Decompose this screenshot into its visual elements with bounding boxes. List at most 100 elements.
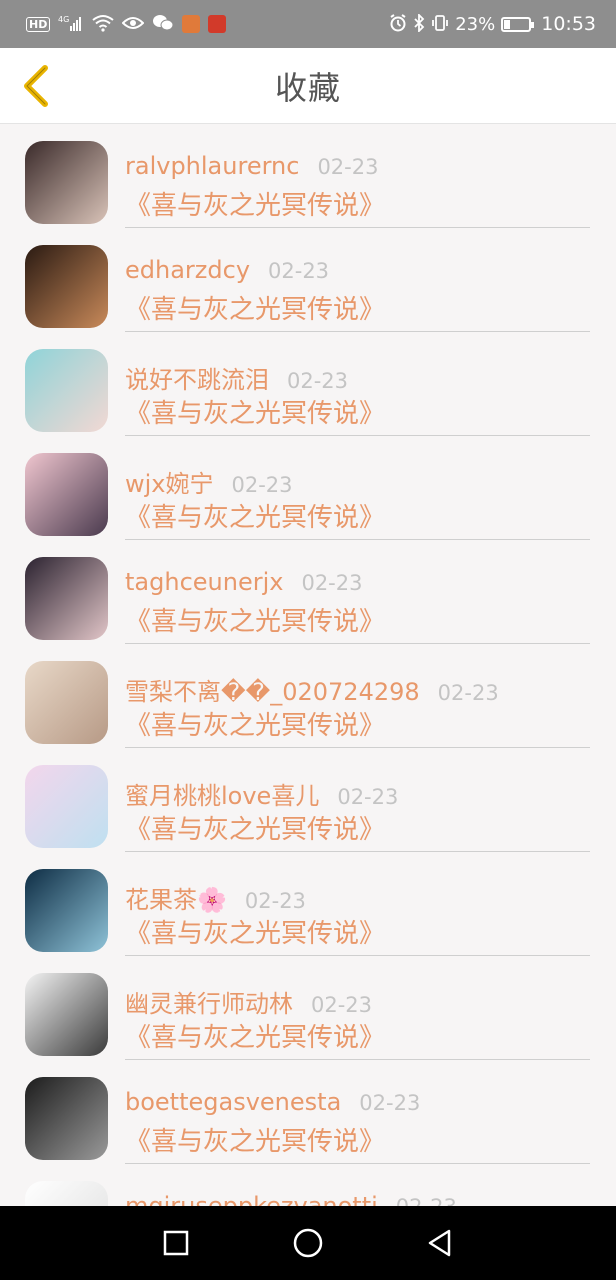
list-item-header: wjx婉宁 02-23 [125,454,590,498]
list-item[interactable]: 蜜月桃桃love喜儿 02-23 《喜与灰之光冥传说》 [0,748,616,852]
battery-percent: 23% [455,13,496,35]
list-item-content: 蜜月桃桃love喜儿 02-23 《喜与灰之光冥传说》 [125,766,590,852]
list-item[interactable]: boettegasvenesta 02-23 《喜与灰之光冥传说》 [0,1060,616,1164]
list-item-header: ralvphlaurernc 02-23 [125,142,590,186]
username[interactable]: mgiruseppkezvanotti [125,1192,378,1206]
eye-icon [121,15,145,34]
username[interactable]: 蜜月桃桃love喜儿 [125,776,319,811]
list-item[interactable]: 雪梨不离��_020724298 02-23 《喜与灰之光冥传说》 [0,644,616,748]
book-title[interactable]: 《喜与灰之光冥传说》 [125,602,590,642]
list-item-content: taghceunerjx 02-23 《喜与灰之光冥传说》 [125,558,590,644]
vibrate-icon [431,14,449,35]
list-item[interactable]: mgiruseppkezvanotti02-23《喜与灰之光冥传说》 [0,1164,616,1206]
avatar[interactable] [25,1181,108,1206]
date-label: 02-23 [231,473,293,497]
app-icon-red [208,15,227,33]
list-item-header: boettegasvenesta 02-23 [125,1078,590,1122]
hd-badge: HD [26,16,51,32]
circle-icon [293,1228,323,1258]
list-item[interactable]: wjx婉宁 02-23 《喜与灰之光冥传说》 [0,436,616,540]
date-label: 02-23 [268,259,330,283]
list-item-header: 幽灵兼行师动林 02-23 [125,974,590,1018]
avatar[interactable] [25,557,108,640]
avatar[interactable] [25,661,108,744]
avatar[interactable] [25,973,108,1056]
username[interactable]: ralvphlaurernc [125,152,299,180]
triangle-back-icon [428,1229,451,1257]
book-title[interactable]: 《喜与灰之光冥传说》 [125,498,590,538]
date-label: 02-23 [311,993,373,1017]
book-title[interactable]: 《喜与灰之光冥传说》 [125,914,590,954]
status-right: 23% 10:53 [389,12,596,35]
list-item[interactable]: ralvphlaurernc 02-23 《喜与灰之光冥传说》 [0,124,616,228]
book-title[interactable]: 《喜与灰之光冥传说》 [125,1122,590,1162]
avatar[interactable] [25,349,108,432]
book-title[interactable]: 《喜与灰之光冥传说》 [125,394,590,434]
avatar[interactable] [25,453,108,536]
list-item-content: 雪梨不离��_020724298 02-23 《喜与灰之光冥传说》 [125,662,590,748]
avatar[interactable] [25,141,108,224]
back-button[interactable] [14,62,58,110]
list-item-content: 幽灵兼行师动林 02-23 《喜与灰之光冥传说》 [125,974,590,1060]
wechat-icon [152,14,174,35]
list-item-content: ralvphlaurernc 02-23 《喜与灰之光冥传说》 [125,142,590,228]
username[interactable]: 花果茶🌸 [125,880,227,915]
list-item-header: 蜜月桃桃love喜儿 02-23 [125,766,590,810]
wifi-icon [92,14,114,35]
book-title[interactable]: 《喜与灰之光冥传说》 [125,1018,590,1058]
date-label: 02-23 [244,889,306,913]
nav-back-button[interactable] [410,1213,470,1273]
username[interactable]: edharzdcy [125,256,250,284]
list-item-content: boettegasvenesta 02-23 《喜与灰之光冥传说》 [125,1078,590,1164]
book-title[interactable]: 《喜与灰之光冥传说》 [125,186,590,226]
list-item-header: edharzdcy 02-23 [125,246,590,290]
home-button[interactable] [278,1213,338,1273]
date-label: 02-23 [317,155,379,179]
system-nav-bar [0,1206,616,1280]
list-item-content: wjx婉宁 02-23 《喜与灰之光冥传说》 [125,454,590,540]
clock: 10:53 [541,13,596,35]
username[interactable]: boettegasvenesta [125,1088,341,1116]
status-left: HD 4G [26,14,389,35]
list-item-header: taghceunerjx 02-23 [125,558,590,602]
avatar[interactable] [25,765,108,848]
username[interactable]: 说好不跳流泪 [125,360,269,395]
list-item[interactable]: taghceunerjx 02-23 《喜与灰之光冥传说》 [0,540,616,644]
list-item-content: mgiruseppkezvanotti02-23《喜与灰之光冥传说》 [125,1182,590,1206]
alarm-icon [389,13,407,35]
username[interactable]: 雪梨不离��_020724298 [125,672,420,707]
list-item[interactable]: 说好不跳流泪 02-23 《喜与灰之光冥传说》 [0,332,616,436]
bluetooth-icon [413,12,425,35]
status-bar: HD 4G 23% 10:53 [0,0,616,48]
date-label: 02-23 [337,785,399,809]
battery-icon [501,16,535,32]
book-title[interactable]: 《喜与灰之光冥传说》 [125,290,590,330]
favorites-list[interactable]: ralvphlaurernc 02-23 《喜与灰之光冥传说》 edharzdcy 02… [0,124,616,1206]
username[interactable]: 幽灵兼行师动林 [125,984,293,1019]
avatar[interactable] [25,1077,108,1160]
chevron-left-icon [24,65,48,107]
signal-icon: 4G [58,14,84,35]
date-label: 02-23 [359,1091,421,1115]
title-bar: 收藏 [0,48,616,124]
avatar[interactable] [25,245,108,328]
list-item[interactable]: 花果茶🌸 02-23 《喜与灰之光冥传说》 [0,852,616,956]
square-icon [163,1230,189,1256]
list-item[interactable]: edharzdcy 02-23 《喜与灰之光冥传说》 [0,228,616,332]
date-label: 02-23 [396,1195,457,1206]
app-icon-orange [182,15,201,33]
svg-text:4G: 4G [58,15,69,24]
list-item[interactable]: 幽灵兼行师动林 02-23 《喜与灰之光冥传说》 [0,956,616,1060]
username[interactable]: wjx婉宁 [125,464,214,499]
date-label: 02-23 [437,681,499,705]
avatar[interactable] [25,869,108,952]
username[interactable]: taghceunerjx [125,568,283,596]
book-title[interactable]: 《喜与灰之光冥传说》 [125,706,590,746]
book-title[interactable]: 《喜与灰之光冥传说》 [125,810,590,850]
list-item-header: 花果茶🌸 02-23 [125,870,590,914]
recent-apps-button[interactable] [146,1213,206,1273]
list-item-header: mgiruseppkezvanotti 02-23 [125,1182,590,1206]
list-item-header: 雪梨不离��_020724298 02-23 [125,662,590,706]
battery-fill [504,19,511,29]
page-title: 收藏 [274,68,341,107]
